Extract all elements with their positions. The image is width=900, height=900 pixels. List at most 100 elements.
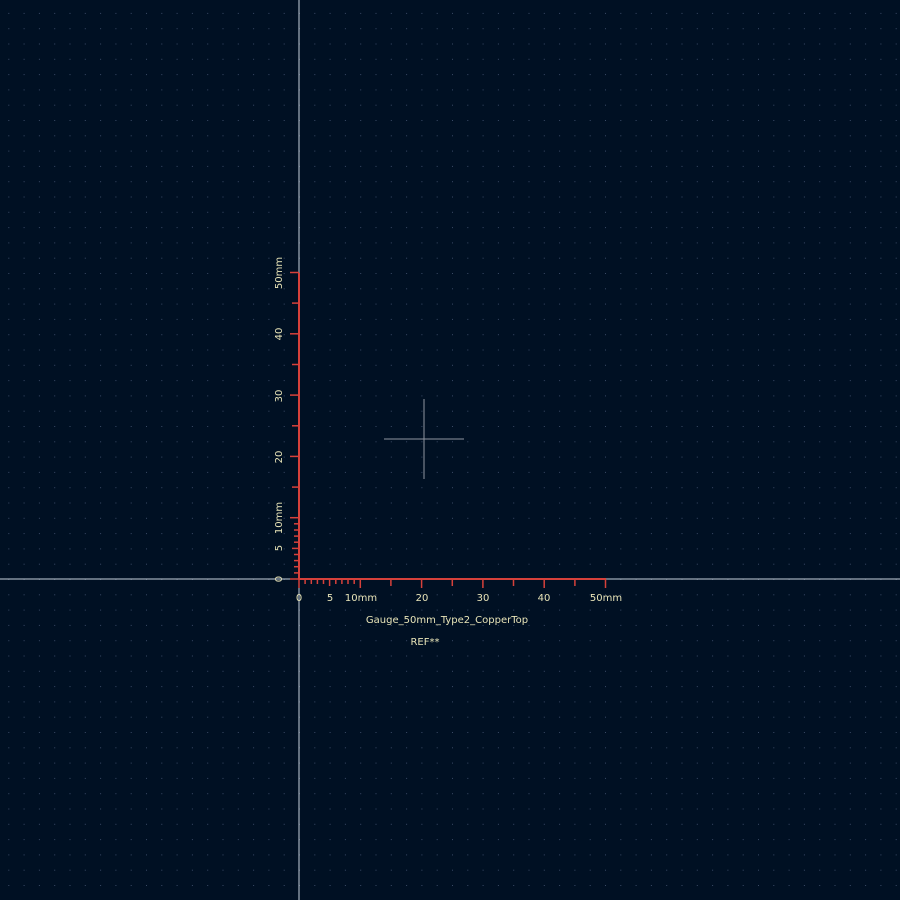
grid-dot <box>803 640 805 642</box>
grid-dot <box>314 471 316 473</box>
grid-dot <box>834 548 836 550</box>
grid-dot <box>23 655 25 657</box>
grid-dot <box>513 885 515 886</box>
grid-dot <box>176 624 178 626</box>
grid-dot <box>758 395 759 397</box>
grid-dot <box>390 777 392 779</box>
grid-dot <box>54 303 56 305</box>
grid-dot <box>38 104 40 106</box>
grid-dot <box>880 517 882 519</box>
grid-dot <box>559 502 561 504</box>
grid-dot <box>803 609 805 611</box>
grid-dot <box>130 349 132 351</box>
grid-dot <box>742 609 744 611</box>
grid-dot <box>497 74 499 76</box>
grid-dot <box>788 670 790 672</box>
grid-dot <box>758 655 759 657</box>
grid-dot <box>421 502 423 504</box>
grid-dot <box>115 471 117 473</box>
grid-dot <box>681 227 683 229</box>
grid-dot <box>803 43 805 45</box>
grid-dot <box>849 869 851 871</box>
grid-dot <box>375 120 377 121</box>
grid-dot <box>237 441 239 443</box>
grid-dot <box>268 196 270 198</box>
grid-dot <box>819 869 821 871</box>
grid-dot <box>69 150 71 152</box>
grid-dot <box>543 747 545 749</box>
grid-dot <box>865 364 867 366</box>
grid-dot <box>681 823 683 825</box>
grid-dot <box>115 288 117 290</box>
grid-dot <box>834 594 836 596</box>
grid-dot <box>880 120 882 121</box>
grid-dot <box>283 854 285 856</box>
grid-dot <box>100 885 102 886</box>
grid-dot <box>161 58 163 60</box>
grid-dot <box>283 640 285 642</box>
grid-dot <box>727 808 729 810</box>
grid-dot <box>497 854 499 856</box>
grid-dot <box>589 273 591 274</box>
grid-dot <box>666 273 668 274</box>
grid-dot <box>589 380 591 382</box>
grid-dot <box>574 120 576 121</box>
grid-dot <box>574 808 576 810</box>
grid-dot <box>207 395 209 397</box>
grid-dot <box>390 426 392 427</box>
grid-dot <box>452 747 453 749</box>
grid-dot <box>803 318 805 320</box>
grid-dot <box>666 839 668 841</box>
grid-dot <box>589 655 591 657</box>
grid-dot <box>130 670 132 672</box>
grid-dot <box>742 655 744 657</box>
grid-dot <box>100 655 102 657</box>
grid-dot <box>360 716 362 718</box>
grid-dot <box>314 211 316 213</box>
grid-dot <box>69 839 71 841</box>
grid-dot <box>360 380 362 382</box>
grid-dot <box>681 288 683 290</box>
grid-dot <box>23 426 25 427</box>
grid-dot <box>38 885 40 886</box>
grid-dot <box>834 624 836 626</box>
grid-dot <box>84 12 86 14</box>
grid-dot <box>834 380 836 382</box>
grid-dot <box>452 135 453 137</box>
grid-dot <box>268 471 270 473</box>
grid-dot <box>543 135 545 137</box>
grid-dot <box>742 732 744 733</box>
grid-dot <box>176 58 178 60</box>
grid-dot <box>880 686 882 688</box>
footprint-reference-text[interactable]: REF** <box>410 637 439 648</box>
grid-dot <box>834 334 836 336</box>
grid-dot <box>712 12 714 14</box>
grid-dot <box>207 196 209 198</box>
grid-dot <box>329 211 331 213</box>
grid-dot <box>620 655 622 657</box>
grid-dot <box>146 517 147 519</box>
grid-dot <box>436 808 438 810</box>
grid-dot <box>513 196 515 198</box>
grid-dot <box>803 58 805 60</box>
grid-dot <box>543 732 545 733</box>
grid-dot <box>115 165 117 167</box>
grid-dot <box>406 426 408 427</box>
grid-dot <box>421 609 423 611</box>
grid-dot <box>8 456 10 458</box>
footprint-value-text[interactable]: Gauge_50mm_Type2_CopperTop <box>366 615 528 626</box>
grid-dot <box>314 318 316 320</box>
grid-dot <box>436 609 438 611</box>
pcb-editor-canvas[interactable]: 0 5 10mm 20 30 40 50mm 0 5 10mm 20 30 40… <box>0 0 900 900</box>
grid-dot <box>100 747 102 749</box>
grid-dot <box>390 165 392 167</box>
grid-dot <box>314 426 316 427</box>
grid-dot <box>895 135 897 137</box>
grid-dot <box>421 181 423 183</box>
grid-dot <box>605 655 606 657</box>
grid-dot <box>865 517 867 519</box>
grid-dot <box>390 517 392 519</box>
grid-dot <box>406 808 408 810</box>
grid-dot <box>758 624 759 626</box>
grid-dot <box>773 640 775 642</box>
